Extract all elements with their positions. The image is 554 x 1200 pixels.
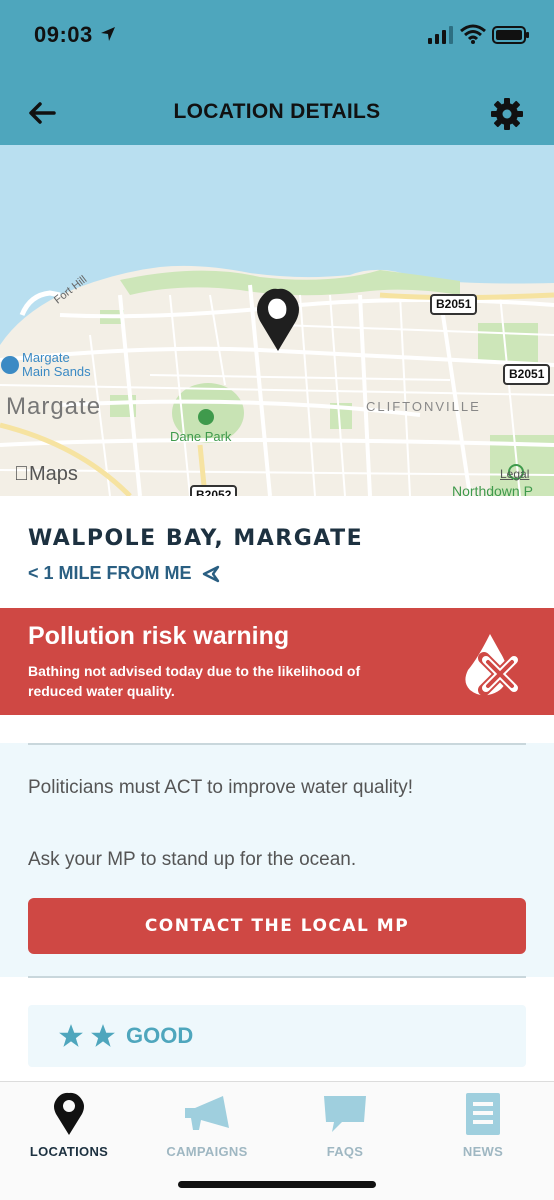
tab-locations[interactable]: LOCATIONS — [0, 1090, 138, 1170]
tab-label: NEWS — [462, 1144, 504, 1159]
map-label-line: Margate — [22, 350, 70, 365]
divider — [28, 743, 526, 745]
battery-icon — [492, 26, 529, 44]
map-pin-icon — [54, 1092, 84, 1135]
tab-news[interactable]: NEWS — [414, 1090, 552, 1170]
water-quality-rating: GOOD — [28, 1005, 526, 1067]
news-icon — [466, 1093, 500, 1135]
pollution-warning-banner: Pollution risk warning Bathing not advis… — [0, 608, 554, 715]
tab-label: LOCATIONS — [29, 1144, 109, 1159]
warning-text: Bathing not advised today due to the lik… — [28, 663, 361, 699]
maps-logo-text: Maps — [14, 463, 78, 485]
star-icon — [91, 1024, 115, 1047]
map-label-margate-sands: Margate Main Sands — [22, 351, 91, 379]
map-label-cliftonville: CLIFTONVILLE — [366, 399, 481, 414]
water-drop-cross-icon — [465, 634, 522, 696]
gear-icon[interactable] — [489, 96, 525, 132]
rating-label: GOOD — [126, 1023, 194, 1048]
location-map[interactable]: Fort Hill Margate Main Sands Margate Dan… — [0, 145, 554, 496]
tab-faqs[interactable]: FAQS — [276, 1090, 414, 1170]
campaign-call-to-action: Ask your MP to stand up for the ocean. — [28, 849, 357, 870]
campaign-section: Politicians must ACT to improve water qu… — [0, 743, 554, 978]
megaphone-icon — [185, 1096, 229, 1130]
location-details-screen: 09:03 LOCATION DETAILS Fort Hill Margate… — [0, 0, 554, 1200]
distance-text: < 1 MILE FROM ME — [28, 563, 192, 583]
wifi-icon — [460, 24, 486, 44]
divider — [28, 976, 526, 978]
map-pin-icon[interactable] — [254, 287, 302, 353]
map-label-margate: Margate — [6, 393, 102, 420]
tab-label: FAQS — [326, 1144, 364, 1159]
star-icon — [59, 1024, 83, 1047]
status-time: 09:03 — [34, 22, 93, 47]
location-services-icon — [101, 27, 115, 41]
warning-title: Pollution risk warning — [28, 622, 290, 650]
distance-indicator: < 1 MILE FROM ME — [28, 563, 220, 584]
page-title: LOCATION DETAILS — [173, 100, 381, 123]
road-badge-b2051: B2051 — [503, 364, 551, 385]
top-header: 09:03 LOCATION DETAILS — [0, 0, 554, 145]
home-indicator[interactable] — [178, 1181, 376, 1188]
contact-local-mp-button[interactable]: CONTACT THE LOCAL MP — [28, 898, 526, 954]
map-label-line: Main Sands — [22, 364, 91, 379]
campaign-message: Politicians must ACT to improve water qu… — [28, 777, 414, 798]
location-name: WALPOLE BAY, MARGATE — [28, 526, 364, 551]
road-badge-b2052: B2052 — [190, 485, 238, 496]
navigation-arrow-icon — [202, 565, 219, 582]
apple-maps-logo: Maps — [14, 463, 78, 486]
map-legal-link[interactable]: Legal — [500, 467, 529, 481]
map-label-northdown: Northdown P — [452, 483, 533, 496]
map-label-dane-park: Dane Park — [170, 429, 232, 444]
road-badge-b2051: B2051 — [430, 294, 478, 315]
tab-campaigns[interactable]: CAMPAIGNS — [138, 1090, 276, 1170]
chat-bubble-icon — [324, 1096, 366, 1132]
tab-label: CAMPAIGNS — [166, 1144, 248, 1159]
cellular-signal-icon — [428, 26, 453, 44]
